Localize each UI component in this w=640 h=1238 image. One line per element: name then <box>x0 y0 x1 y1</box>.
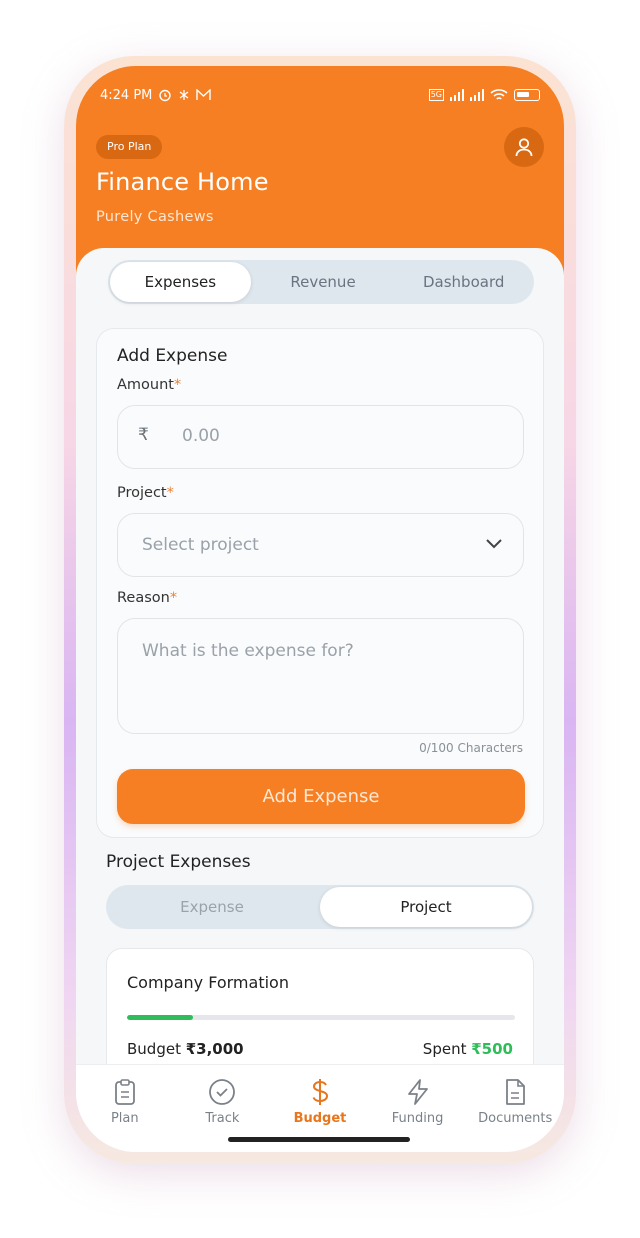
project-label: Project* <box>117 485 174 501</box>
clipboard-icon <box>114 1079 135 1105</box>
signal-icon <box>450 89 464 101</box>
nav-plan[interactable]: Plan <box>76 1065 174 1152</box>
segment-expense[interactable]: Expense <box>106 885 318 929</box>
tab-revenue[interactable]: Revenue <box>253 260 394 304</box>
reason-textarea[interactable]: What is the expense for? <box>117 618 524 734</box>
spent-amount: Spent ₹500 <box>422 1040 513 1058</box>
status-bar: 4:24 PM 5G <box>100 84 540 106</box>
alarm-icon <box>159 89 172 102</box>
nav-plan-label: Plan <box>110 1111 139 1126</box>
budget-progress-bar <box>127 1015 515 1020</box>
mail-icon <box>196 89 212 100</box>
lightning-icon <box>407 1079 428 1105</box>
plan-badge: Pro Plan <box>96 135 163 159</box>
rupee-icon: ₹ <box>138 425 149 445</box>
status-time: 4:24 PM <box>100 87 153 103</box>
budget-amount: Budget ₹3,000 <box>127 1040 244 1058</box>
nav-budget-label: Budget <box>293 1111 347 1126</box>
page-title: Finance Home <box>96 168 269 196</box>
reason-label: Reason* <box>117 590 178 606</box>
project-name: Company Formation <box>127 973 289 992</box>
budget-progress-fill <box>127 1015 193 1020</box>
reason-placeholder: What is the expense for? <box>142 641 354 661</box>
user-icon <box>515 138 533 157</box>
home-indicator <box>228 1137 410 1142</box>
project-expenses-toggle: Expense Project <box>106 885 534 929</box>
nav-funding-label: Funding <box>391 1111 444 1126</box>
main-tabs: Expenses Revenue Dashboard <box>108 260 534 304</box>
add-expense-title: Add Expense <box>117 346 228 366</box>
amount-placeholder: 0.00 <box>182 426 220 446</box>
dollar-icon <box>312 1079 328 1105</box>
project-select[interactable]: Select project <box>117 513 524 577</box>
amount-field[interactable]: ₹ 0.00 <box>117 405 524 469</box>
signal-icon-2 <box>470 89 484 101</box>
amount-label: Amount* <box>117 377 182 393</box>
nav-track-label: Track <box>205 1111 240 1126</box>
tab-dashboard[interactable]: Dashboard <box>393 260 534 304</box>
battery-icon <box>514 89 540 101</box>
project-expenses-title: Project Expenses <box>106 852 251 872</box>
add-expense-button[interactable]: Add Expense <box>117 769 525 824</box>
wifi-icon <box>490 89 508 100</box>
page-subtitle: Purely Cashews <box>96 209 214 225</box>
nav-documents-label: Documents <box>478 1111 553 1126</box>
app-screen: 4:24 PM 5G Pro Plan Finance Home Purely … <box>76 66 564 1152</box>
network-5g-icon: 5G <box>428 89 444 101</box>
add-expense-card: Add Expense Amount* ₹ 0.00 Project* Sele… <box>96 328 544 838</box>
bluetooth-icon <box>180 90 189 100</box>
document-icon <box>506 1079 526 1105</box>
char-counter: 0/100 Characters <box>419 741 523 755</box>
profile-button[interactable] <box>504 127 544 167</box>
project-placeholder: Select project <box>142 535 259 555</box>
nav-documents[interactable]: Documents <box>466 1065 564 1152</box>
segment-project[interactable]: Project <box>320 887 532 927</box>
chevron-down-icon <box>486 539 502 549</box>
tab-expenses[interactable]: Expenses <box>110 262 251 302</box>
check-circle-icon <box>209 1079 236 1105</box>
